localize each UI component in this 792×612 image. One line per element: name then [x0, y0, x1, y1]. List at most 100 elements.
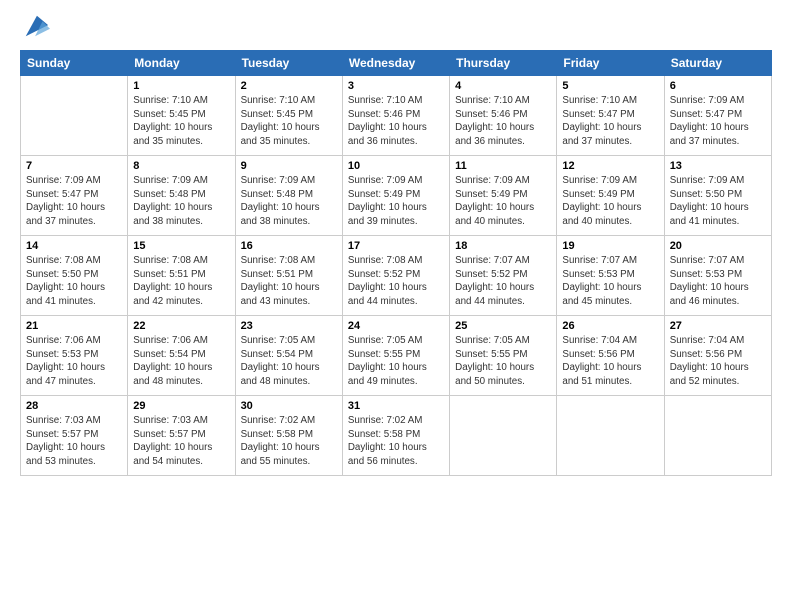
day-cell: 19 Sunrise: 7:07 AM Sunset: 5:53 PM Dayli…	[557, 236, 664, 316]
calendar: SundayMondayTuesdayWednesdayThursdayFrid…	[20, 50, 772, 476]
day-number: 8	[133, 160, 229, 172]
day-number: 24	[348, 320, 444, 332]
day-number: 20	[670, 240, 766, 252]
day-info: Sunrise: 7:08 AM Sunset: 5:51 PM Dayligh…	[133, 254, 229, 309]
day-info: Sunrise: 7:10 AM Sunset: 5:45 PM Dayligh…	[241, 94, 337, 149]
day-cell: 4 Sunrise: 7:10 AM Sunset: 5:46 PM Daylig…	[450, 76, 557, 156]
day-info: Sunrise: 7:06 AM Sunset: 5:54 PM Dayligh…	[133, 334, 229, 389]
day-info: Sunrise: 7:03 AM Sunset: 5:57 PM Dayligh…	[133, 414, 229, 469]
day-number: 4	[455, 80, 551, 92]
day-info: Sunrise: 7:07 AM Sunset: 5:53 PM Dayligh…	[562, 254, 658, 309]
page: SundayMondayTuesdayWednesdayThursdayFrid…	[0, 0, 792, 488]
day-info: Sunrise: 7:04 AM Sunset: 5:56 PM Dayligh…	[670, 334, 766, 389]
day-cell: 1Sunrise: 7:10 AM Sunset: 5:45 PM Daylig…	[128, 76, 235, 156]
day-cell: 18 Sunrise: 7:07 AM Sunset: 5:52 PM Dayli…	[450, 236, 557, 316]
day-number: 12	[562, 160, 658, 172]
day-cell: 12 Sunrise: 7:09 AM Sunset: 5:49 PM Dayli…	[557, 156, 664, 236]
day-info: Sunrise: 7:09 AM Sunset: 5:49 PM Dayligh…	[562, 174, 658, 229]
day-cell: 17 Sunrise: 7:08 AM Sunset: 5:52 PM Dayli…	[342, 236, 449, 316]
day-cell: 27 Sunrise: 7:04 AM Sunset: 5:56 PM Dayli…	[664, 316, 771, 396]
day-info: Sunrise: 7:09 AM Sunset: 5:49 PM Dayligh…	[455, 174, 551, 229]
weekday-saturday: Saturday	[664, 51, 771, 76]
day-number: 7	[26, 160, 122, 172]
day-number: 9	[241, 160, 337, 172]
day-info: Sunrise: 7:10 AM Sunset: 5:46 PM Dayligh…	[455, 94, 551, 149]
day-cell: 24 Sunrise: 7:05 AM Sunset: 5:55 PM Dayli…	[342, 316, 449, 396]
day-number: 2	[241, 80, 337, 92]
day-info: Sunrise: 7:09 AM Sunset: 5:50 PM Dayligh…	[670, 174, 766, 229]
day-number: 30	[241, 400, 337, 412]
day-cell: 10Sunrise: 7:09 AM Sunset: 5:49 PM Dayli…	[342, 156, 449, 236]
day-number: 22	[133, 320, 229, 332]
day-number: 11	[455, 160, 551, 172]
week-row-5: 28Sunrise: 7:03 AM Sunset: 5:57 PM Dayli…	[21, 396, 772, 476]
day-cell: 29 Sunrise: 7:03 AM Sunset: 5:57 PM Dayli…	[128, 396, 235, 476]
day-number: 26	[562, 320, 658, 332]
day-info: Sunrise: 7:04 AM Sunset: 5:56 PM Dayligh…	[562, 334, 658, 389]
day-info: Sunrise: 7:03 AM Sunset: 5:57 PM Dayligh…	[26, 414, 122, 469]
day-number: 17	[348, 240, 444, 252]
day-info: Sunrise: 7:05 AM Sunset: 5:54 PM Dayligh…	[241, 334, 337, 389]
day-info: Sunrise: 7:05 AM Sunset: 5:55 PM Dayligh…	[455, 334, 551, 389]
day-number: 13	[670, 160, 766, 172]
day-number: 31	[348, 400, 444, 412]
day-cell	[664, 396, 771, 476]
day-info: Sunrise: 7:10 AM Sunset: 5:45 PM Dayligh…	[133, 94, 229, 149]
day-cell: 9 Sunrise: 7:09 AM Sunset: 5:48 PM Daylig…	[235, 156, 342, 236]
day-info: Sunrise: 7:10 AM Sunset: 5:46 PM Dayligh…	[348, 94, 444, 149]
day-cell	[21, 76, 128, 156]
header	[20, 16, 772, 40]
weekday-wednesday: Wednesday	[342, 51, 449, 76]
day-cell: 7Sunrise: 7:09 AM Sunset: 5:47 PM Daylig…	[21, 156, 128, 236]
day-info: Sunrise: 7:07 AM Sunset: 5:53 PM Dayligh…	[670, 254, 766, 309]
weekday-monday: Monday	[128, 51, 235, 76]
day-info: Sunrise: 7:09 AM Sunset: 5:48 PM Dayligh…	[241, 174, 337, 229]
day-info: Sunrise: 7:09 AM Sunset: 5:48 PM Dayligh…	[133, 174, 229, 229]
day-cell: 3Sunrise: 7:10 AM Sunset: 5:46 PM Daylig…	[342, 76, 449, 156]
day-cell: 14 Sunrise: 7:08 AM Sunset: 5:50 PM Dayli…	[21, 236, 128, 316]
day-cell: 8 Sunrise: 7:09 AM Sunset: 5:48 PM Daylig…	[128, 156, 235, 236]
day-number: 14	[26, 240, 122, 252]
logo-text-block	[20, 16, 50, 40]
day-info: Sunrise: 7:08 AM Sunset: 5:50 PM Dayligh…	[26, 254, 122, 309]
day-cell: 16Sunrise: 7:08 AM Sunset: 5:51 PM Dayli…	[235, 236, 342, 316]
day-info: Sunrise: 7:09 AM Sunset: 5:49 PM Dayligh…	[348, 174, 444, 229]
day-number: 5	[562, 80, 658, 92]
day-cell: 15 Sunrise: 7:08 AM Sunset: 5:51 PM Dayli…	[128, 236, 235, 316]
weekday-tuesday: Tuesday	[235, 51, 342, 76]
day-cell: 20 Sunrise: 7:07 AM Sunset: 5:53 PM Dayli…	[664, 236, 771, 316]
week-row-1: 1Sunrise: 7:10 AM Sunset: 5:45 PM Daylig…	[21, 76, 772, 156]
day-number: 19	[562, 240, 658, 252]
logo-icon	[22, 12, 50, 40]
day-number: 15	[133, 240, 229, 252]
day-cell: 22 Sunrise: 7:06 AM Sunset: 5:54 PM Dayli…	[128, 316, 235, 396]
day-cell: 26 Sunrise: 7:04 AM Sunset: 5:56 PM Dayli…	[557, 316, 664, 396]
day-cell: 23Sunrise: 7:05 AM Sunset: 5:54 PM Dayli…	[235, 316, 342, 396]
logo	[20, 16, 50, 40]
day-number: 6	[670, 80, 766, 92]
day-cell: 2 Sunrise: 7:10 AM Sunset: 5:45 PM Daylig…	[235, 76, 342, 156]
week-row-2: 7Sunrise: 7:09 AM Sunset: 5:47 PM Daylig…	[21, 156, 772, 236]
day-number: 27	[670, 320, 766, 332]
day-cell: 6Sunrise: 7:09 AM Sunset: 5:47 PM Daylig…	[664, 76, 771, 156]
day-info: Sunrise: 7:10 AM Sunset: 5:47 PM Dayligh…	[562, 94, 658, 149]
day-number: 18	[455, 240, 551, 252]
day-number: 29	[133, 400, 229, 412]
day-cell: 11 Sunrise: 7:09 AM Sunset: 5:49 PM Dayli…	[450, 156, 557, 236]
day-cell: 21 Sunrise: 7:06 AM Sunset: 5:53 PM Dayli…	[21, 316, 128, 396]
day-cell: 5 Sunrise: 7:10 AM Sunset: 5:47 PM Daylig…	[557, 76, 664, 156]
day-info: Sunrise: 7:02 AM Sunset: 5:58 PM Dayligh…	[241, 414, 337, 469]
weekday-sunday: Sunday	[21, 51, 128, 76]
day-cell: 28Sunrise: 7:03 AM Sunset: 5:57 PM Dayli…	[21, 396, 128, 476]
day-info: Sunrise: 7:08 AM Sunset: 5:52 PM Dayligh…	[348, 254, 444, 309]
weekday-friday: Friday	[557, 51, 664, 76]
day-info: Sunrise: 7:07 AM Sunset: 5:52 PM Dayligh…	[455, 254, 551, 309]
day-number: 21	[26, 320, 122, 332]
day-info: Sunrise: 7:05 AM Sunset: 5:55 PM Dayligh…	[348, 334, 444, 389]
day-info: Sunrise: 7:02 AM Sunset: 5:58 PM Dayligh…	[348, 414, 444, 469]
day-info: Sunrise: 7:08 AM Sunset: 5:51 PM Dayligh…	[241, 254, 337, 309]
week-row-4: 21 Sunrise: 7:06 AM Sunset: 5:53 PM Dayli…	[21, 316, 772, 396]
day-info: Sunrise: 7:06 AM Sunset: 5:53 PM Dayligh…	[26, 334, 122, 389]
day-cell	[450, 396, 557, 476]
day-cell: 30 Sunrise: 7:02 AM Sunset: 5:58 PM Dayli…	[235, 396, 342, 476]
